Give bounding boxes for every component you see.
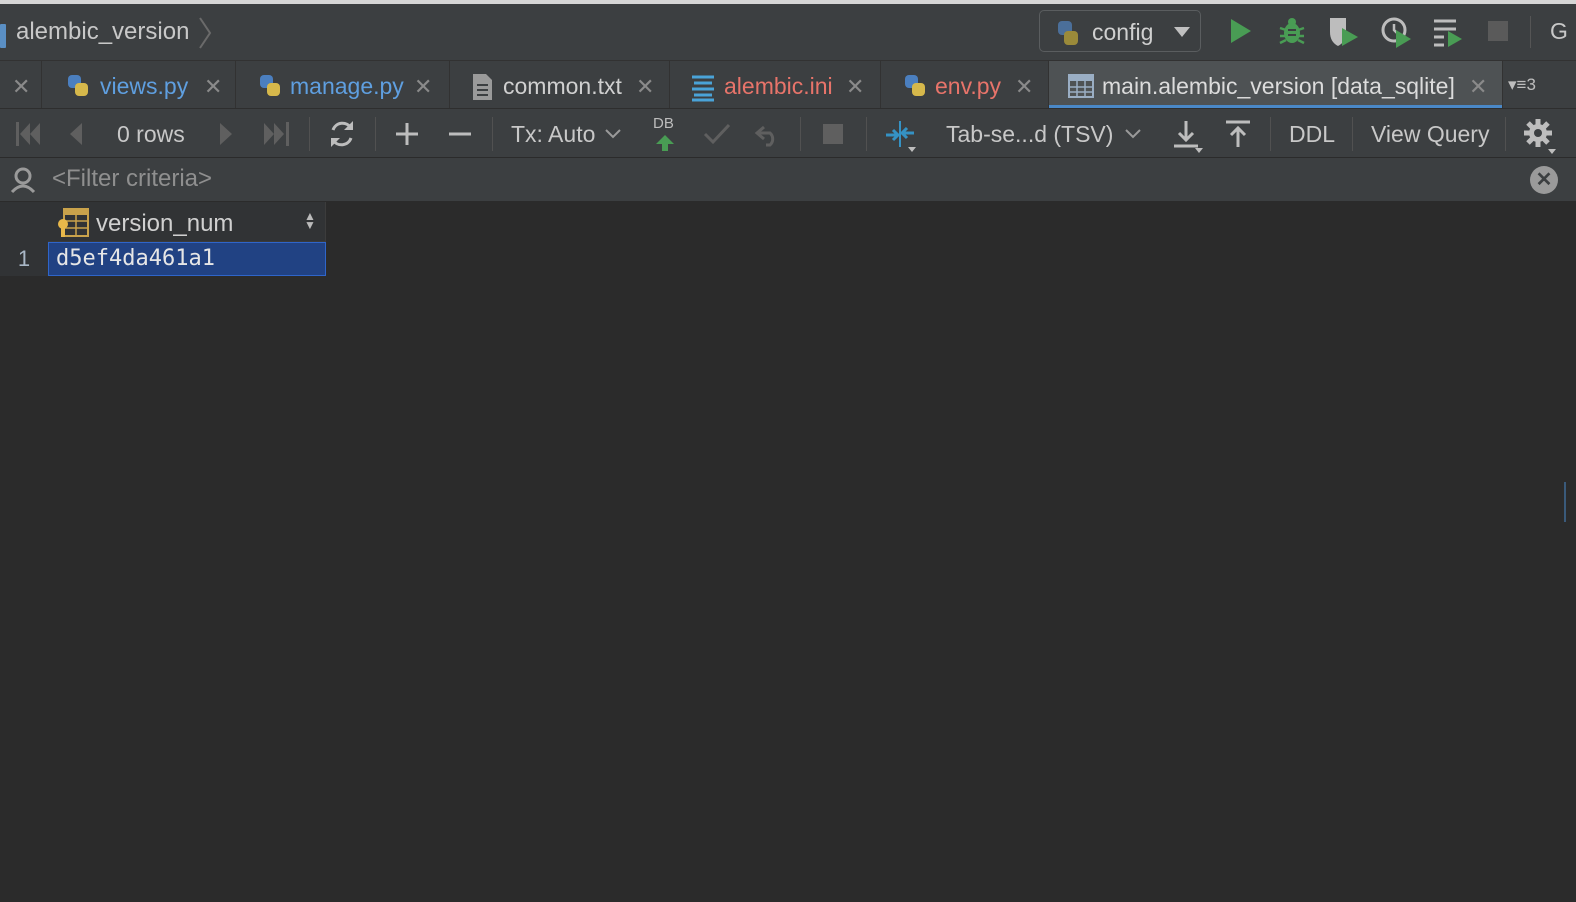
run-configuration-dropdown[interactable]: config xyxy=(1039,10,1201,52)
tab-views-py[interactable]: views.py ✕ xyxy=(42,61,236,109)
navbar-overflow-text[interactable]: G xyxy=(1550,18,1568,45)
tab-alembic-ini[interactable]: alembic.ini ✕ xyxy=(670,61,881,109)
tab-hidden-left[interactable]: ✕ xyxy=(0,61,42,109)
grid-corner[interactable] xyxy=(0,202,48,242)
filter-search-icon[interactable] xyxy=(8,166,38,194)
row-number[interactable]: 1 xyxy=(0,242,48,276)
chevron-down-icon[interactable] xyxy=(604,109,622,159)
close-icon[interactable]: ✕ xyxy=(1469,74,1487,100)
tab-manage-py[interactable]: manage.py ✕ xyxy=(236,61,450,109)
close-icon[interactable]: ✕ xyxy=(846,74,864,100)
tab-label: views.py xyxy=(100,73,189,99)
result-grid: version_num ▲ ▼ 1 d5ef4da461a1 xyxy=(0,202,1576,902)
last-page-icon[interactable] xyxy=(262,109,292,159)
chevron-down-icon[interactable] xyxy=(1124,109,1142,159)
toolbar-separator xyxy=(1505,117,1506,151)
navigation-bar: alembic_version config G xyxy=(0,4,1576,60)
refresh-icon[interactable] xyxy=(327,109,357,159)
profile-icon[interactable] xyxy=(1380,16,1412,48)
column-header-label: version_num xyxy=(96,210,234,237)
toolbar-separator xyxy=(1270,117,1271,151)
add-row-icon[interactable] xyxy=(394,109,420,159)
commit-icon[interactable] xyxy=(702,109,732,159)
compare-data-icon[interactable] xyxy=(884,109,920,159)
run-concurrency-icon[interactable] xyxy=(1432,16,1464,48)
cancel-query-icon[interactable] xyxy=(822,109,844,159)
table-cell-selected[interactable]: d5ef4da461a1 xyxy=(48,242,326,276)
python-file-icon xyxy=(68,75,88,96)
tab-overflow-menu[interactable]: ▾≡3 xyxy=(1508,75,1536,95)
submit-to-db-icon[interactable] xyxy=(654,109,676,159)
filter-bar: <Filter criteria> ✕ xyxy=(0,158,1576,202)
sort-toggle-icon[interactable]: ▲ ▼ xyxy=(304,210,316,231)
navbar-separator xyxy=(1530,16,1531,48)
tab-label: manage.py xyxy=(290,73,404,99)
stop-icon[interactable] xyxy=(1486,16,1510,46)
breadcrumb-alembic-version[interactable]: alembic_version xyxy=(16,18,189,46)
python-file-icon xyxy=(260,75,280,96)
tab-label: alembic.ini xyxy=(724,73,833,99)
chevron-down-icon xyxy=(1174,27,1190,37)
breadcrumb-separator-icon xyxy=(199,17,212,49)
table-icon xyxy=(0,24,6,48)
ini-file-icon xyxy=(692,75,714,102)
toolbar-separator xyxy=(492,117,493,151)
first-page-icon[interactable] xyxy=(14,109,42,159)
transaction-mode-dropdown[interactable]: Tx: Auto xyxy=(511,121,595,148)
run-icon[interactable] xyxy=(1228,16,1254,46)
tab-label: env.py xyxy=(935,73,1002,99)
gear-icon[interactable] xyxy=(1522,109,1558,159)
toolbar-separator xyxy=(309,117,310,151)
run-configuration-label: config xyxy=(1092,19,1154,45)
delete-row-icon[interactable] xyxy=(447,109,473,159)
data-editor-toolbar: 0 rows Tx: Auto DB Tab-se...d (TSV) DDL … xyxy=(0,108,1576,158)
ddl-button[interactable]: DDL xyxy=(1289,121,1335,148)
import-upload-icon[interactable] xyxy=(1224,109,1252,159)
debug-icon[interactable] xyxy=(1278,16,1306,46)
toolbar-separator xyxy=(866,117,867,151)
clear-filter-icon[interactable]: ✕ xyxy=(1530,166,1558,194)
close-icon[interactable]: ✕ xyxy=(1015,74,1033,100)
tab-common-txt[interactable]: common.txt ✕ xyxy=(450,61,670,109)
export-download-icon[interactable] xyxy=(1172,109,1204,159)
filter-criteria-input[interactable]: <Filter criteria> xyxy=(52,165,212,193)
close-icon[interactable]: ✕ xyxy=(12,74,30,100)
view-query-button[interactable]: View Query xyxy=(1371,121,1489,148)
toolbar-separator xyxy=(800,117,801,151)
close-icon[interactable]: ✕ xyxy=(414,74,432,100)
toolbar-separator xyxy=(1352,117,1353,151)
editor-tab-bar: ✕ views.py ✕ manage.py ✕ common.txt ✕ al… xyxy=(0,60,1576,109)
python-icon xyxy=(1058,21,1078,45)
row-count[interactable]: 0 rows xyxy=(117,121,185,148)
tab-env-py[interactable]: env.py ✕ xyxy=(881,61,1049,109)
rollback-icon[interactable] xyxy=(754,109,782,159)
primary-key-column-icon xyxy=(58,208,89,237)
text-file-icon xyxy=(473,74,492,100)
table-icon xyxy=(1068,74,1094,98)
tab-label: main.alembic_version [data_sqlite] xyxy=(1102,73,1455,99)
python-file-icon xyxy=(905,75,925,96)
tab-label: common.txt xyxy=(503,73,622,99)
export-format-dropdown[interactable]: Tab-se...d (TSV) xyxy=(946,121,1113,148)
previous-page-icon[interactable] xyxy=(66,109,86,159)
close-icon[interactable]: ✕ xyxy=(204,74,222,100)
run-with-coverage-icon[interactable] xyxy=(1328,16,1360,48)
scroll-marker xyxy=(1564,482,1566,522)
close-icon[interactable]: ✕ xyxy=(636,74,654,100)
column-header-version-num[interactable]: version_num ▲ ▼ xyxy=(48,202,326,242)
toolbar-separator xyxy=(375,117,376,151)
tab-main-alembic-version[interactable]: main.alembic_version [data_sqlite] ✕ xyxy=(1049,61,1503,109)
tab-overflow-count: 3 xyxy=(1526,75,1536,94)
next-page-icon[interactable] xyxy=(216,109,236,159)
